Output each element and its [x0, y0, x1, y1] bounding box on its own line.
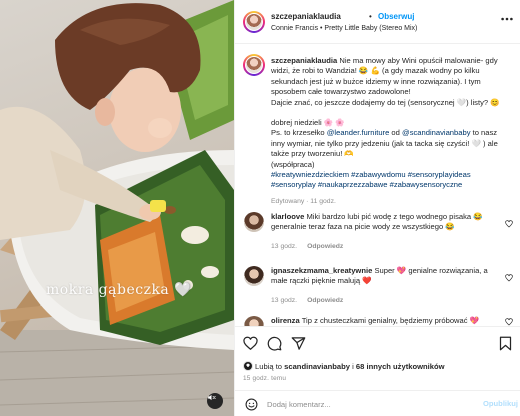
post-timestamp[interactable]: 15 godz. temu: [243, 375, 286, 382]
commenter-avatar[interactable]: [244, 212, 264, 232]
more-horizontal-icon[interactable]: [501, 14, 513, 23]
comment-like-icon[interactable]: [505, 274, 513, 284]
send-icon[interactable]: [291, 336, 306, 353]
reply-button[interactable]: Odpowiedz: [307, 297, 343, 304]
heart-icon[interactable]: [243, 336, 258, 352]
post-header: szczepaniaklaudia • Obserwuj Connie Fran…: [235, 0, 520, 44]
likes-user[interactable]: scandinavianbaby: [284, 362, 350, 371]
caption-hashtags[interactable]: #kreatywniezdzieckiem #zabawywdomu #sens…: [271, 170, 511, 191]
comment-meta: 13 godz. Odpowiedz: [271, 297, 343, 304]
audio-track-link[interactable]: Connie Francis • Pretty Little Baby (Ste…: [271, 25, 417, 32]
comment-like-icon[interactable]: [505, 220, 513, 230]
mention-leander[interactable]: @leander.furniture: [327, 128, 390, 137]
likes-others[interactable]: 68 innych użytkowników: [356, 362, 445, 371]
comments-list[interactable]: szczepaniaklaudia Nie ma mowy aby Wini o…: [235, 44, 520, 326]
commenter-avatar[interactable]: [244, 316, 264, 326]
comment-username[interactable]: klarloove: [271, 212, 304, 221]
muted-speaker-icon[interactable]: [207, 393, 223, 409]
comment-meta: 13 godz. Odpowiedz: [271, 243, 343, 250]
publish-button[interactable]: Opublikuj: [483, 399, 518, 408]
caption-p4-start: Ps. to krzesełko: [271, 128, 327, 138]
comment-username[interactable]: olirenza: [271, 316, 300, 325]
reply-button[interactable]: Odpowiedz: [307, 243, 343, 250]
comment-username[interactable]: ignaszekzmama_kreatywnie: [271, 266, 372, 275]
caption-meta: Edytowany · 11 godz.: [271, 197, 336, 205]
add-comment-bar: Opublikuj: [235, 390, 520, 416]
comment-text: klarloove Miki bardzo lubi pić wodę z te…: [271, 212, 495, 233]
comment-time: 13 godz.: [271, 243, 298, 250]
comment-text: ignaszekzmama_kreatywnie Super 💖 genialn…: [271, 266, 495, 287]
post-media[interactable]: mokra gąbeczka 🤍: [0, 0, 234, 416]
caption-paragraph-2: Dajcie znać, co jeszcze dodajemy do tej …: [271, 97, 500, 107]
commenter-avatar[interactable]: [244, 266, 264, 286]
caption-age: 11 godz.: [310, 197, 336, 205]
caption-paragraph-3: dobrej niedzieli 🌸 🌸: [271, 118, 345, 128]
bookmark-icon[interactable]: [499, 336, 512, 353]
caption-username[interactable]: szczepaniaklaudia: [271, 56, 337, 65]
comment-text: olirenza Tip z chusteczkami genialny, bę…: [271, 316, 495, 326]
post-actions: [235, 326, 520, 366]
liker-avatar[interactable]: [243, 361, 253, 371]
instagram-post-modal: mokra gąbeczka 🤍 szczepaniaklaudia • Obs…: [0, 0, 520, 416]
comment-input[interactable]: [267, 398, 467, 410]
mention-scandinavianbaby[interactable]: @scandinavianbaby: [402, 128, 471, 137]
emoji-icon[interactable]: [245, 398, 258, 413]
caption-avatar[interactable]: [243, 54, 265, 76]
edited-label: Edytowany: [271, 197, 305, 205]
comment-body: Tip z chusteczkami genialny, będziemy pr…: [301, 316, 480, 325]
comment-like-icon[interactable]: [505, 318, 513, 326]
likes-prefix: Lubią to: [255, 362, 285, 371]
header-separator: •: [369, 12, 372, 21]
caption-p4-mid: od: [389, 128, 402, 138]
author-avatar[interactable]: [243, 11, 265, 33]
media-overlay-text: mokra gąbeczka 🤍: [46, 282, 193, 298]
media-illustration: [0, 0, 234, 416]
post-caption: szczepaniaklaudia Nie ma mowy aby Wini o…: [271, 56, 511, 207]
comment-time: 13 godz.: [271, 297, 298, 304]
author-username[interactable]: szczepaniaklaudia: [271, 12, 341, 21]
post-sidebar: szczepaniaklaudia • Obserwuj Connie Fran…: [234, 0, 520, 416]
caption-paragraph-5: (współpraca): [271, 159, 315, 169]
likes-summary[interactable]: Lubią to scandinavianbaby i 68 innych uż…: [255, 362, 445, 371]
follow-button[interactable]: Obserwuj: [378, 12, 414, 21]
comment-icon[interactable]: [267, 336, 282, 353]
